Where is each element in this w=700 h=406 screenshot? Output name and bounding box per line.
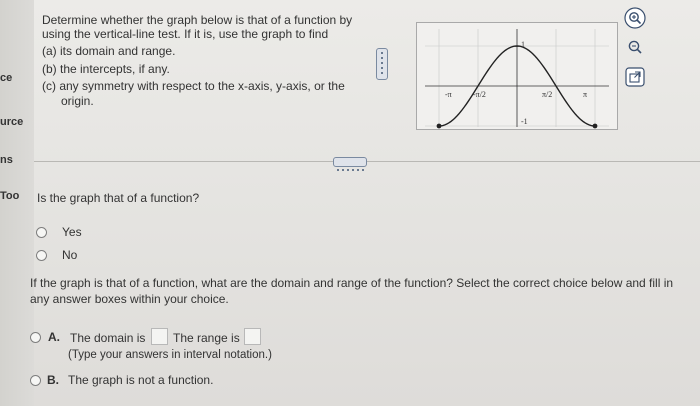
tick-half-pi: π/2 [542, 90, 552, 99]
expand-vertical-handle[interactable] [376, 48, 388, 80]
zoom-out-icon[interactable] [624, 36, 646, 58]
radio-no[interactable] [36, 250, 47, 261]
option-a-letter: A. [48, 330, 60, 344]
option-yes-label[interactable]: Yes [62, 225, 82, 240]
tick-y-neg-1: -1 [521, 117, 528, 126]
left-endpoint [436, 123, 442, 129]
nav-item-options[interactable]: ns [0, 154, 13, 166]
tick-y-1: 1 [521, 40, 525, 49]
radio-option-a[interactable] [30, 332, 41, 343]
question-part-c: (c) any symmetry with respect to the x-a… [42, 79, 345, 93]
radio-option-b[interactable] [30, 375, 41, 386]
radio-yes[interactable] [36, 227, 47, 238]
question-part-a: (a) its domain and range. [42, 44, 176, 58]
section-divider [34, 161, 700, 162]
nav-item-resource[interactable]: ce [0, 72, 12, 84]
tick-neg-half-pi: -π/2 [473, 90, 486, 99]
q2-prompt-line-2: any answer boxes within your choice. [30, 292, 229, 306]
tick-neg-pi: -π [445, 90, 452, 99]
option-a-note: (Type your answers in interval notation.… [68, 349, 272, 361]
question-line-2: using the vertical-line test. If it is, … [42, 27, 329, 41]
q2-prompt-line-1: If the graph is that of a function, what… [30, 276, 674, 290]
expand-horizontal-handle[interactable] [333, 157, 367, 171]
q1-prompt: Is the graph that of a function? [37, 191, 200, 205]
option-no-label[interactable]: No [62, 248, 77, 263]
tick-pi: π [583, 90, 587, 99]
nav-item-tools[interactable]: Too [0, 190, 19, 202]
range-answer-box[interactable] [244, 328, 261, 345]
option-b-letter: B. [47, 373, 59, 387]
nav-item-source[interactable]: urce [0, 116, 23, 128]
question-line-1: Determine whether the graph below is tha… [42, 13, 353, 27]
option-a-domain-label: The domain is [70, 331, 146, 345]
option-a-range-label: The range is [173, 331, 240, 345]
function-graph: -π -π/2 π/2 π 1 -1 [416, 22, 618, 130]
question-part-c-cont: origin. [61, 94, 94, 108]
option-b-text: The graph is not a function. [68, 373, 214, 387]
left-nav: ce urce ns Too [0, 0, 34, 406]
zoom-in-icon[interactable] [624, 7, 646, 29]
page: ce urce ns Too Determine whether the gra… [0, 0, 700, 406]
question-part-b: (b) the intercepts, if any. [42, 62, 170, 76]
popout-icon[interactable] [624, 66, 646, 88]
right-endpoint [592, 123, 598, 129]
domain-answer-box[interactable] [151, 328, 168, 345]
